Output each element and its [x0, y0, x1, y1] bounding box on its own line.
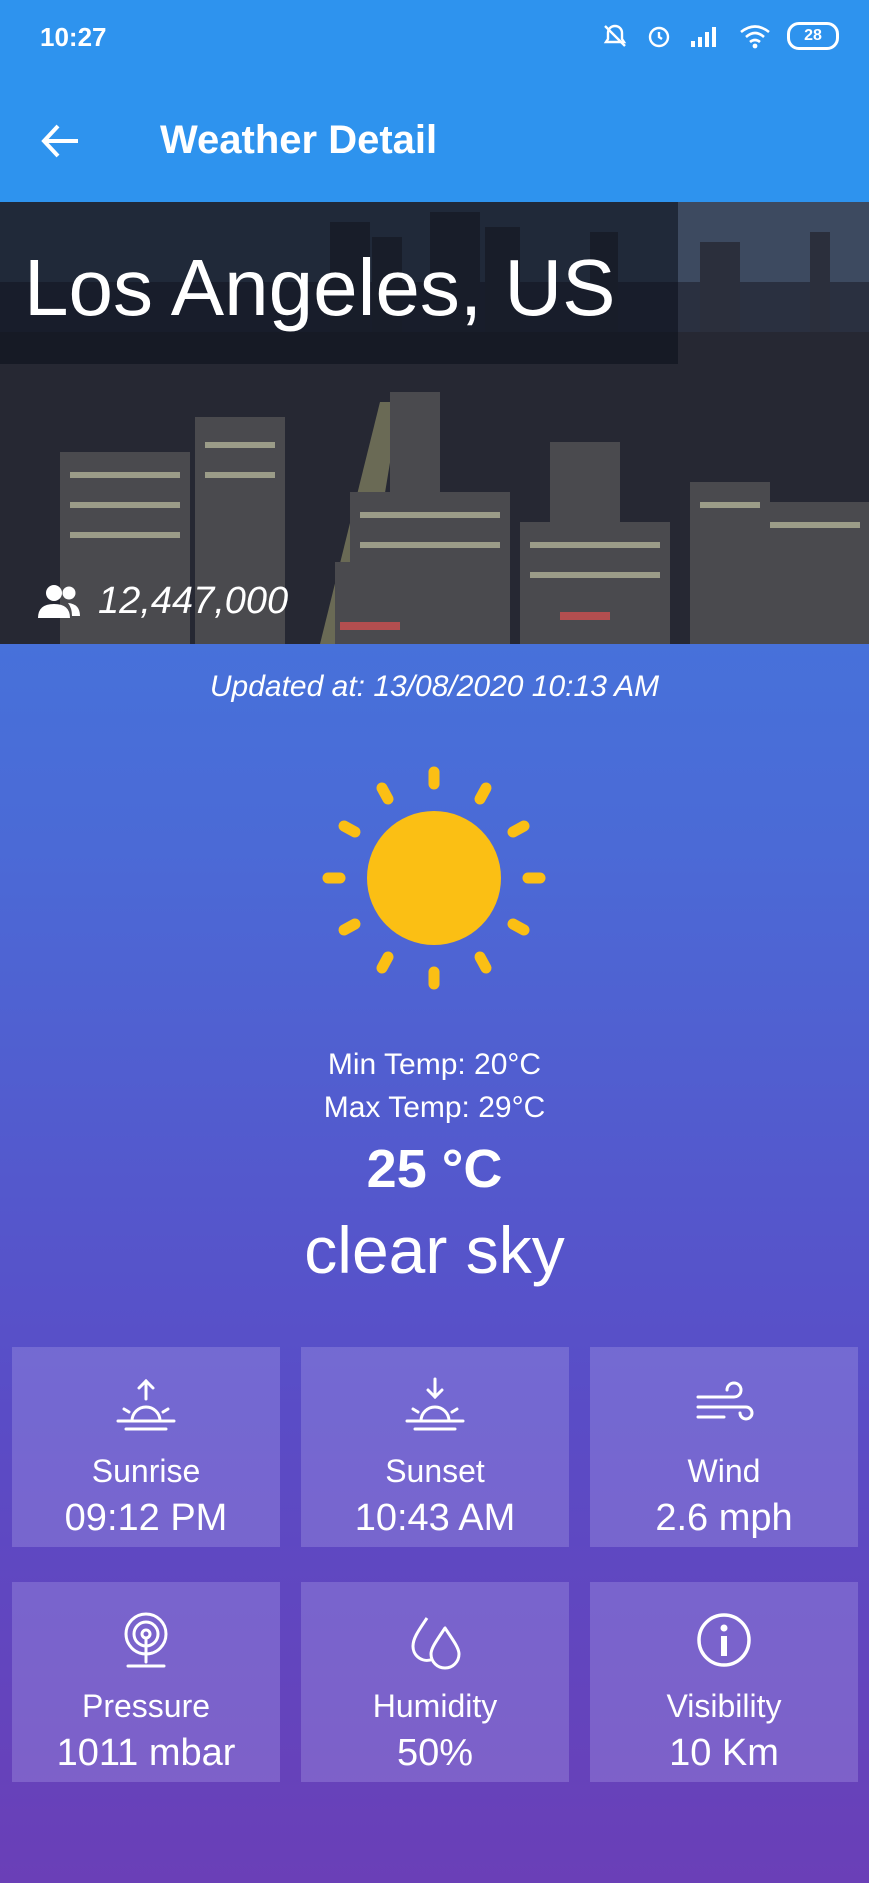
tile-value: 2.6 mph — [655, 1497, 793, 1539]
status-bar: 10:27 28 — [0, 0, 869, 80]
tile-pressure: Pressure 1011 mbar — [12, 1582, 280, 1782]
status-icons: 28 — [601, 22, 839, 50]
signal-icon — [691, 27, 716, 47]
back-button[interactable] — [36, 116, 86, 166]
alarm-icon — [648, 26, 670, 48]
tile-humidity: Humidity 50% — [301, 1582, 569, 1782]
tile-label: Wind — [687, 1453, 761, 1489]
tile-label: Visibility — [666, 1688, 782, 1724]
humidity-icon — [411, 1617, 461, 1670]
sunset-icon — [405, 1377, 465, 1431]
tile-value: 10 Km — [669, 1732, 779, 1774]
population: 12,447,000 — [34, 580, 288, 623]
tile-label: Pressure — [81, 1688, 211, 1724]
tile-visibility: Visibility 10 Km — [590, 1582, 858, 1782]
weather-description: clear sky — [304, 1213, 565, 1287]
sun-icon — [322, 766, 546, 990]
sunrise-icon — [116, 1378, 176, 1431]
city-name: Los Angeles, US — [24, 243, 616, 332]
tile-value: 50% — [396, 1732, 474, 1774]
status-time: 10:27 — [40, 22, 107, 52]
max-temp: Max Temp: 29°C — [323, 1091, 546, 1124]
tile-value: 10:43 AM — [354, 1497, 516, 1539]
tile-value: 09:12 PM — [64, 1497, 228, 1539]
info-icon — [697, 1613, 751, 1667]
bell-off-icon — [603, 24, 627, 47]
min-temp: Min Temp: 20°C — [327, 1048, 542, 1081]
people-icon — [38, 584, 80, 618]
wifi-icon — [740, 25, 770, 49]
back-arrow-icon — [41, 124, 78, 158]
population-value: 12,447,000 — [98, 580, 289, 622]
tile-value: 1011 mbar — [56, 1732, 236, 1774]
battery-indicator: 28 — [787, 22, 839, 50]
tile-wind: Wind 2.6 mph — [590, 1347, 858, 1547]
city-name-banner: Los Angeles, US — [0, 202, 678, 364]
pressure-icon — [124, 1612, 168, 1668]
tile-sunrise: Sunrise 09:12 PM — [12, 1347, 280, 1547]
wind-icon — [696, 1381, 754, 1421]
city-image: Los Angeles, US 12,447,000 — [0, 202, 869, 644]
tile-label: Sunset — [385, 1453, 485, 1489]
updated-at: Updated at: 13/08/2020 10:13 AM — [209, 670, 660, 703]
tile-label: Sunrise — [91, 1453, 201, 1489]
current-temp: 25 °C — [366, 1139, 503, 1199]
tile-sunset: Sunset 10:43 AM — [301, 1347, 569, 1547]
tile-label: Humidity — [372, 1688, 498, 1724]
app-bar: Weather Detail — [0, 80, 869, 202]
page-title: Weather Detail — [160, 118, 438, 162]
